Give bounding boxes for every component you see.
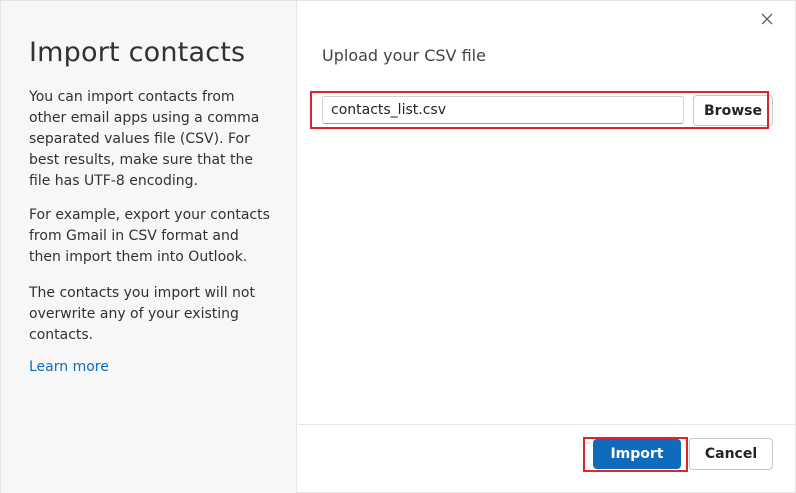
cancel-button[interactable]: Cancel — [689, 438, 773, 470]
info-paragraph-overwrite: The contacts you import will not overwri… — [29, 285, 255, 343]
info-pane: Import contacts You can import contacts … — [1, 1, 297, 493]
import-contacts-dialog: Import contacts You can import contacts … — [0, 0, 796, 493]
info-paragraph-csv: You can import contacts from other email… — [29, 89, 260, 189]
close-button[interactable] — [755, 7, 779, 31]
info-paragraph-example: For example, export your contacts from G… — [29, 207, 270, 265]
file-selection-highlight — [310, 91, 769, 129]
learn-more-link[interactable]: Learn more — [29, 359, 109, 375]
upload-section-title: Upload your CSV file — [322, 46, 486, 65]
import-button-highlight — [583, 437, 688, 472]
footer-divider — [298, 424, 796, 425]
close-icon — [761, 13, 773, 25]
dialog-title: Import contacts — [29, 37, 246, 68]
